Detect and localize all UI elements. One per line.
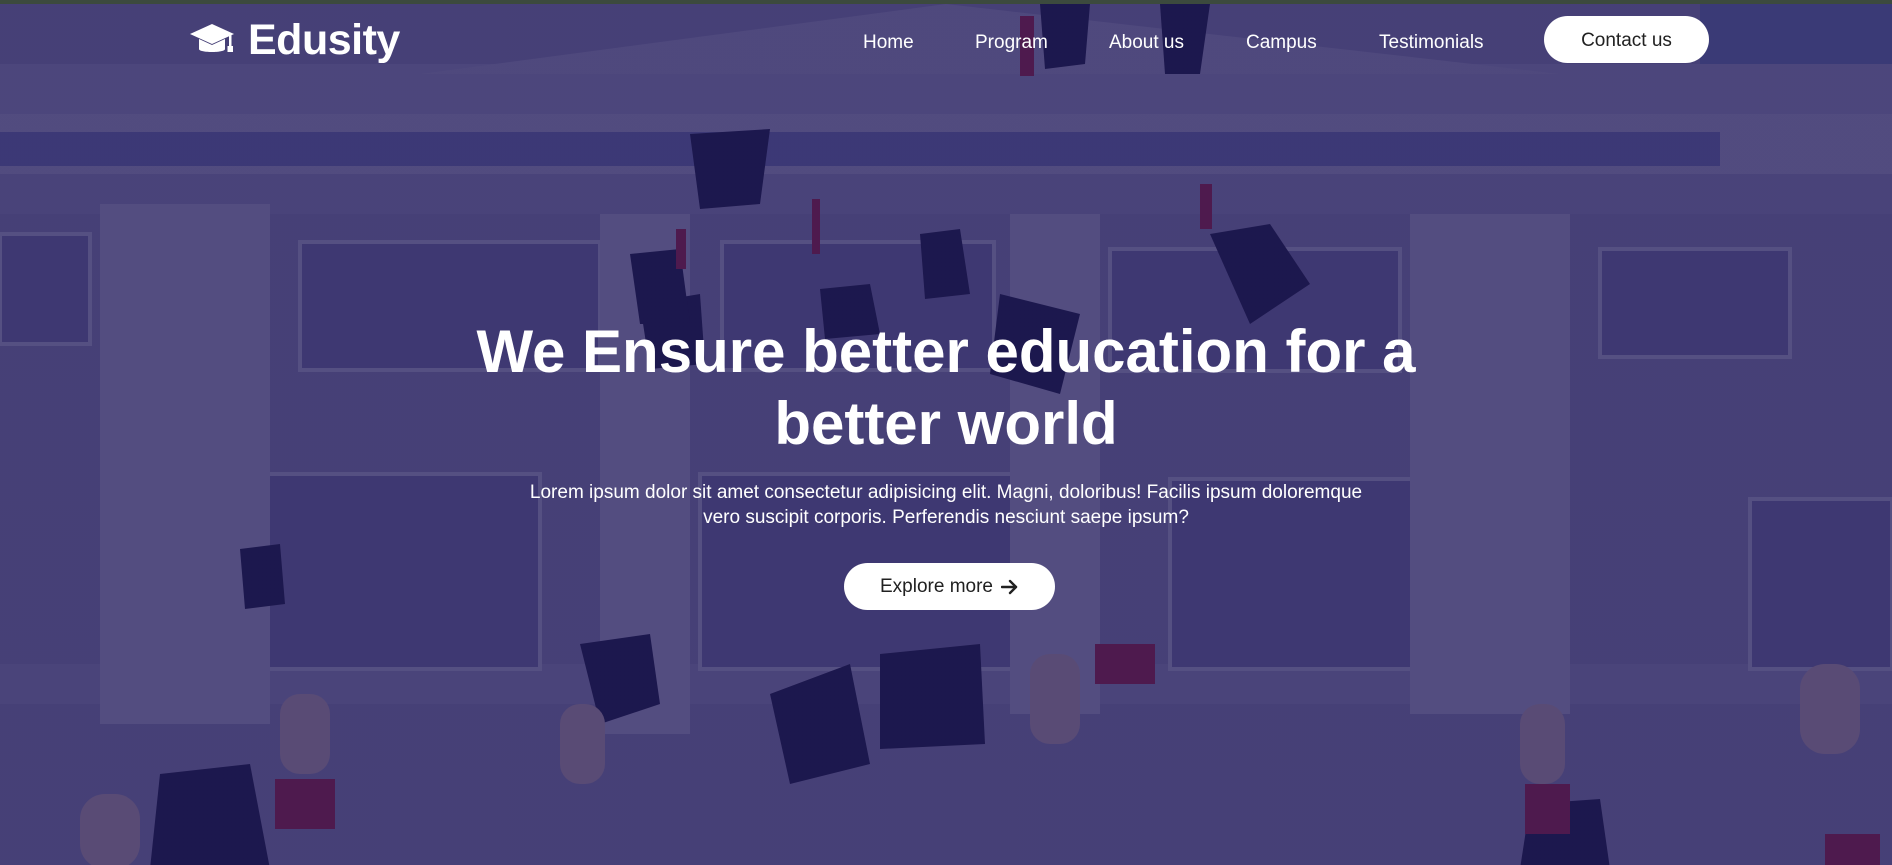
nav-about-link[interactable]: About us (1109, 28, 1184, 58)
nav-testimonials-link[interactable]: Testimonials (1379, 28, 1484, 58)
hero-title: We Ensure better education for a better … (476, 318, 1416, 457)
explore-more-label: Explore more (880, 575, 993, 597)
explore-more-button[interactable]: Explore more (844, 563, 1055, 610)
nav-home-link[interactable]: Home (863, 28, 914, 58)
hero-subtitle: Lorem ipsum dolor sit amet consectetur a… (529, 482, 1363, 528)
arrow-right-icon (1001, 579, 1018, 594)
nav-program-link[interactable]: Program (975, 28, 1048, 58)
nav-campus-link[interactable]: Campus (1246, 28, 1317, 58)
hero-section: Edusity Home Program About us Campus Tes… (0, 0, 1892, 865)
top-navigation: Edusity Home Program About us Campus Tes… (0, 4, 1892, 80)
contact-us-button[interactable]: Contact us (1544, 16, 1709, 63)
hero-content: We Ensure better education for a better … (396, 316, 1496, 530)
